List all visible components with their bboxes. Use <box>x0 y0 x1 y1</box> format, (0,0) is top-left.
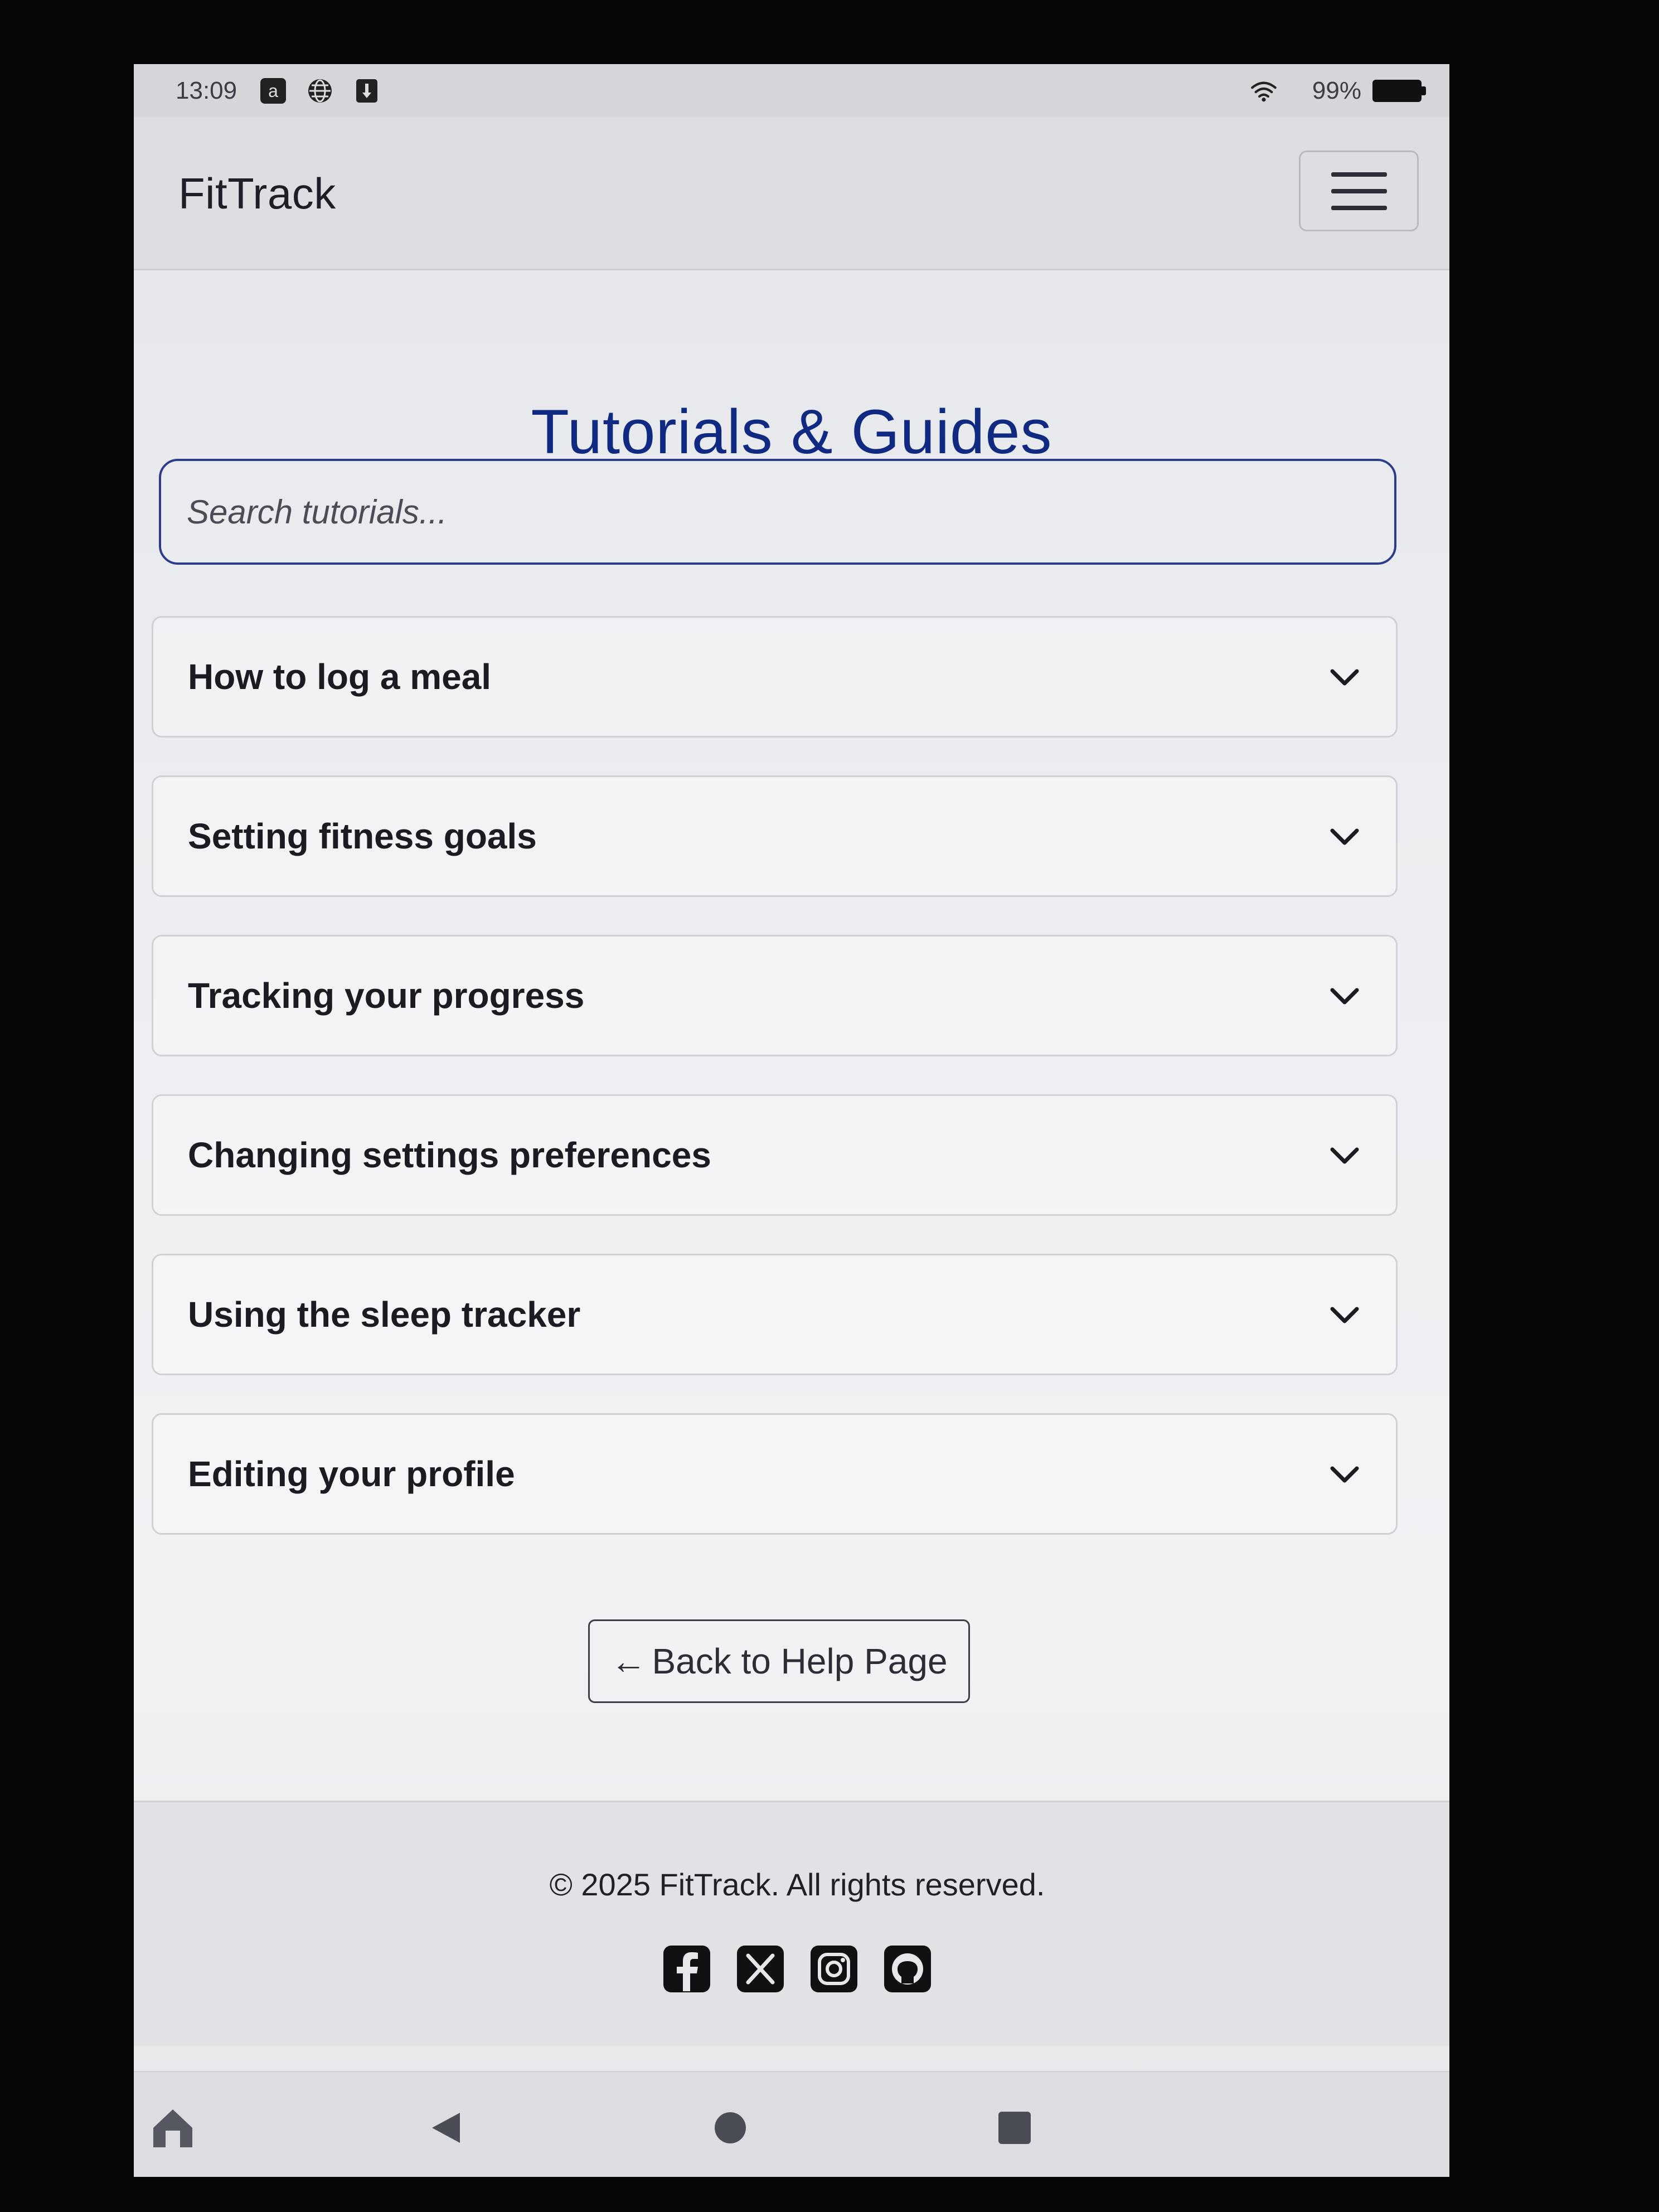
accordion-label: Tracking your progress <box>188 976 585 1016</box>
facebook-icon[interactable] <box>662 1944 711 1993</box>
download-icon <box>353 77 381 105</box>
chevron-down-icon <box>1327 818 1362 854</box>
globe-icon <box>306 77 334 105</box>
copyright-text: © 2025 FitTrack. All rights reserved. <box>549 1867 1045 1902</box>
accordion-item-sleep-tracker[interactable]: Using the sleep tracker <box>152 1254 1398 1375</box>
chevron-down-icon <box>1327 978 1362 1013</box>
status-bar: 13:09 a 99% <box>134 64 1449 117</box>
accordion-item-fitness-goals[interactable]: Setting fitness goals <box>152 775 1398 897</box>
back-to-help-button[interactable]: ← Back to Help Page <box>588 1619 970 1703</box>
app-navbar: FitTrack <box>134 117 1449 270</box>
instagram-icon[interactable] <box>809 1944 858 1993</box>
hamburger-menu-button[interactable] <box>1299 151 1419 231</box>
accordion-item-edit-profile[interactable]: Editing your profile <box>152 1413 1398 1535</box>
chevron-down-icon <box>1327 1456 1362 1492</box>
amazon-icon: a <box>259 77 287 105</box>
social-links <box>134 1944 1449 1993</box>
wifi-icon <box>1250 77 1278 105</box>
battery-percent: 99% <box>1312 76 1361 104</box>
page-title: Tutorials & Guides <box>531 397 1052 467</box>
home-circle-icon[interactable] <box>702 2100 758 2156</box>
chevron-down-icon <box>1327 1297 1362 1332</box>
search-input[interactable] <box>159 459 1396 565</box>
back-icon[interactable] <box>418 2100 474 2156</box>
x-icon[interactable] <box>736 1944 785 1993</box>
chevron-down-icon <box>1327 659 1362 695</box>
accordion-label: Using the sleep tracker <box>188 1294 581 1335</box>
accordion-label: How to log a meal <box>188 657 492 697</box>
home-icon[interactable] <box>145 2100 201 2156</box>
battery-icon <box>1372 79 1426 102</box>
arrow-left-icon: ← <box>610 1641 647 1681</box>
recents-icon[interactable] <box>987 2100 1042 2156</box>
system-navigation-bar <box>134 2071 1449 2177</box>
accordion-label: Changing settings preferences <box>188 1135 711 1175</box>
accordion-item-tracking-progress[interactable]: Tracking your progress <box>152 935 1398 1056</box>
accordion-item-settings[interactable]: Changing settings preferences <box>152 1094 1398 1216</box>
github-icon[interactable] <box>883 1944 932 1993</box>
back-button-label: Back to Help Page <box>652 1641 948 1681</box>
accordion-item-log-meal[interactable]: How to log a meal <box>152 616 1398 738</box>
tutorials-accordion: How to log a meal Setting fitness goals … <box>152 616 1398 1573</box>
accordion-label: Setting fitness goals <box>188 816 537 856</box>
page-footer: © 2025 FitTrack. All rights reserved. <box>134 1801 1449 2046</box>
brand-logo[interactable]: FitTrack <box>178 117 336 270</box>
device-screen: 13:09 a 99% FitTrack Tutorials & Guides … <box>134 64 1449 2177</box>
accordion-label: Editing your profile <box>188 1454 515 1494</box>
svg-text:a: a <box>268 81 278 101</box>
chevron-down-icon <box>1327 1137 1362 1173</box>
status-time: 13:09 <box>176 76 237 104</box>
hamburger-icon <box>1331 172 1387 177</box>
